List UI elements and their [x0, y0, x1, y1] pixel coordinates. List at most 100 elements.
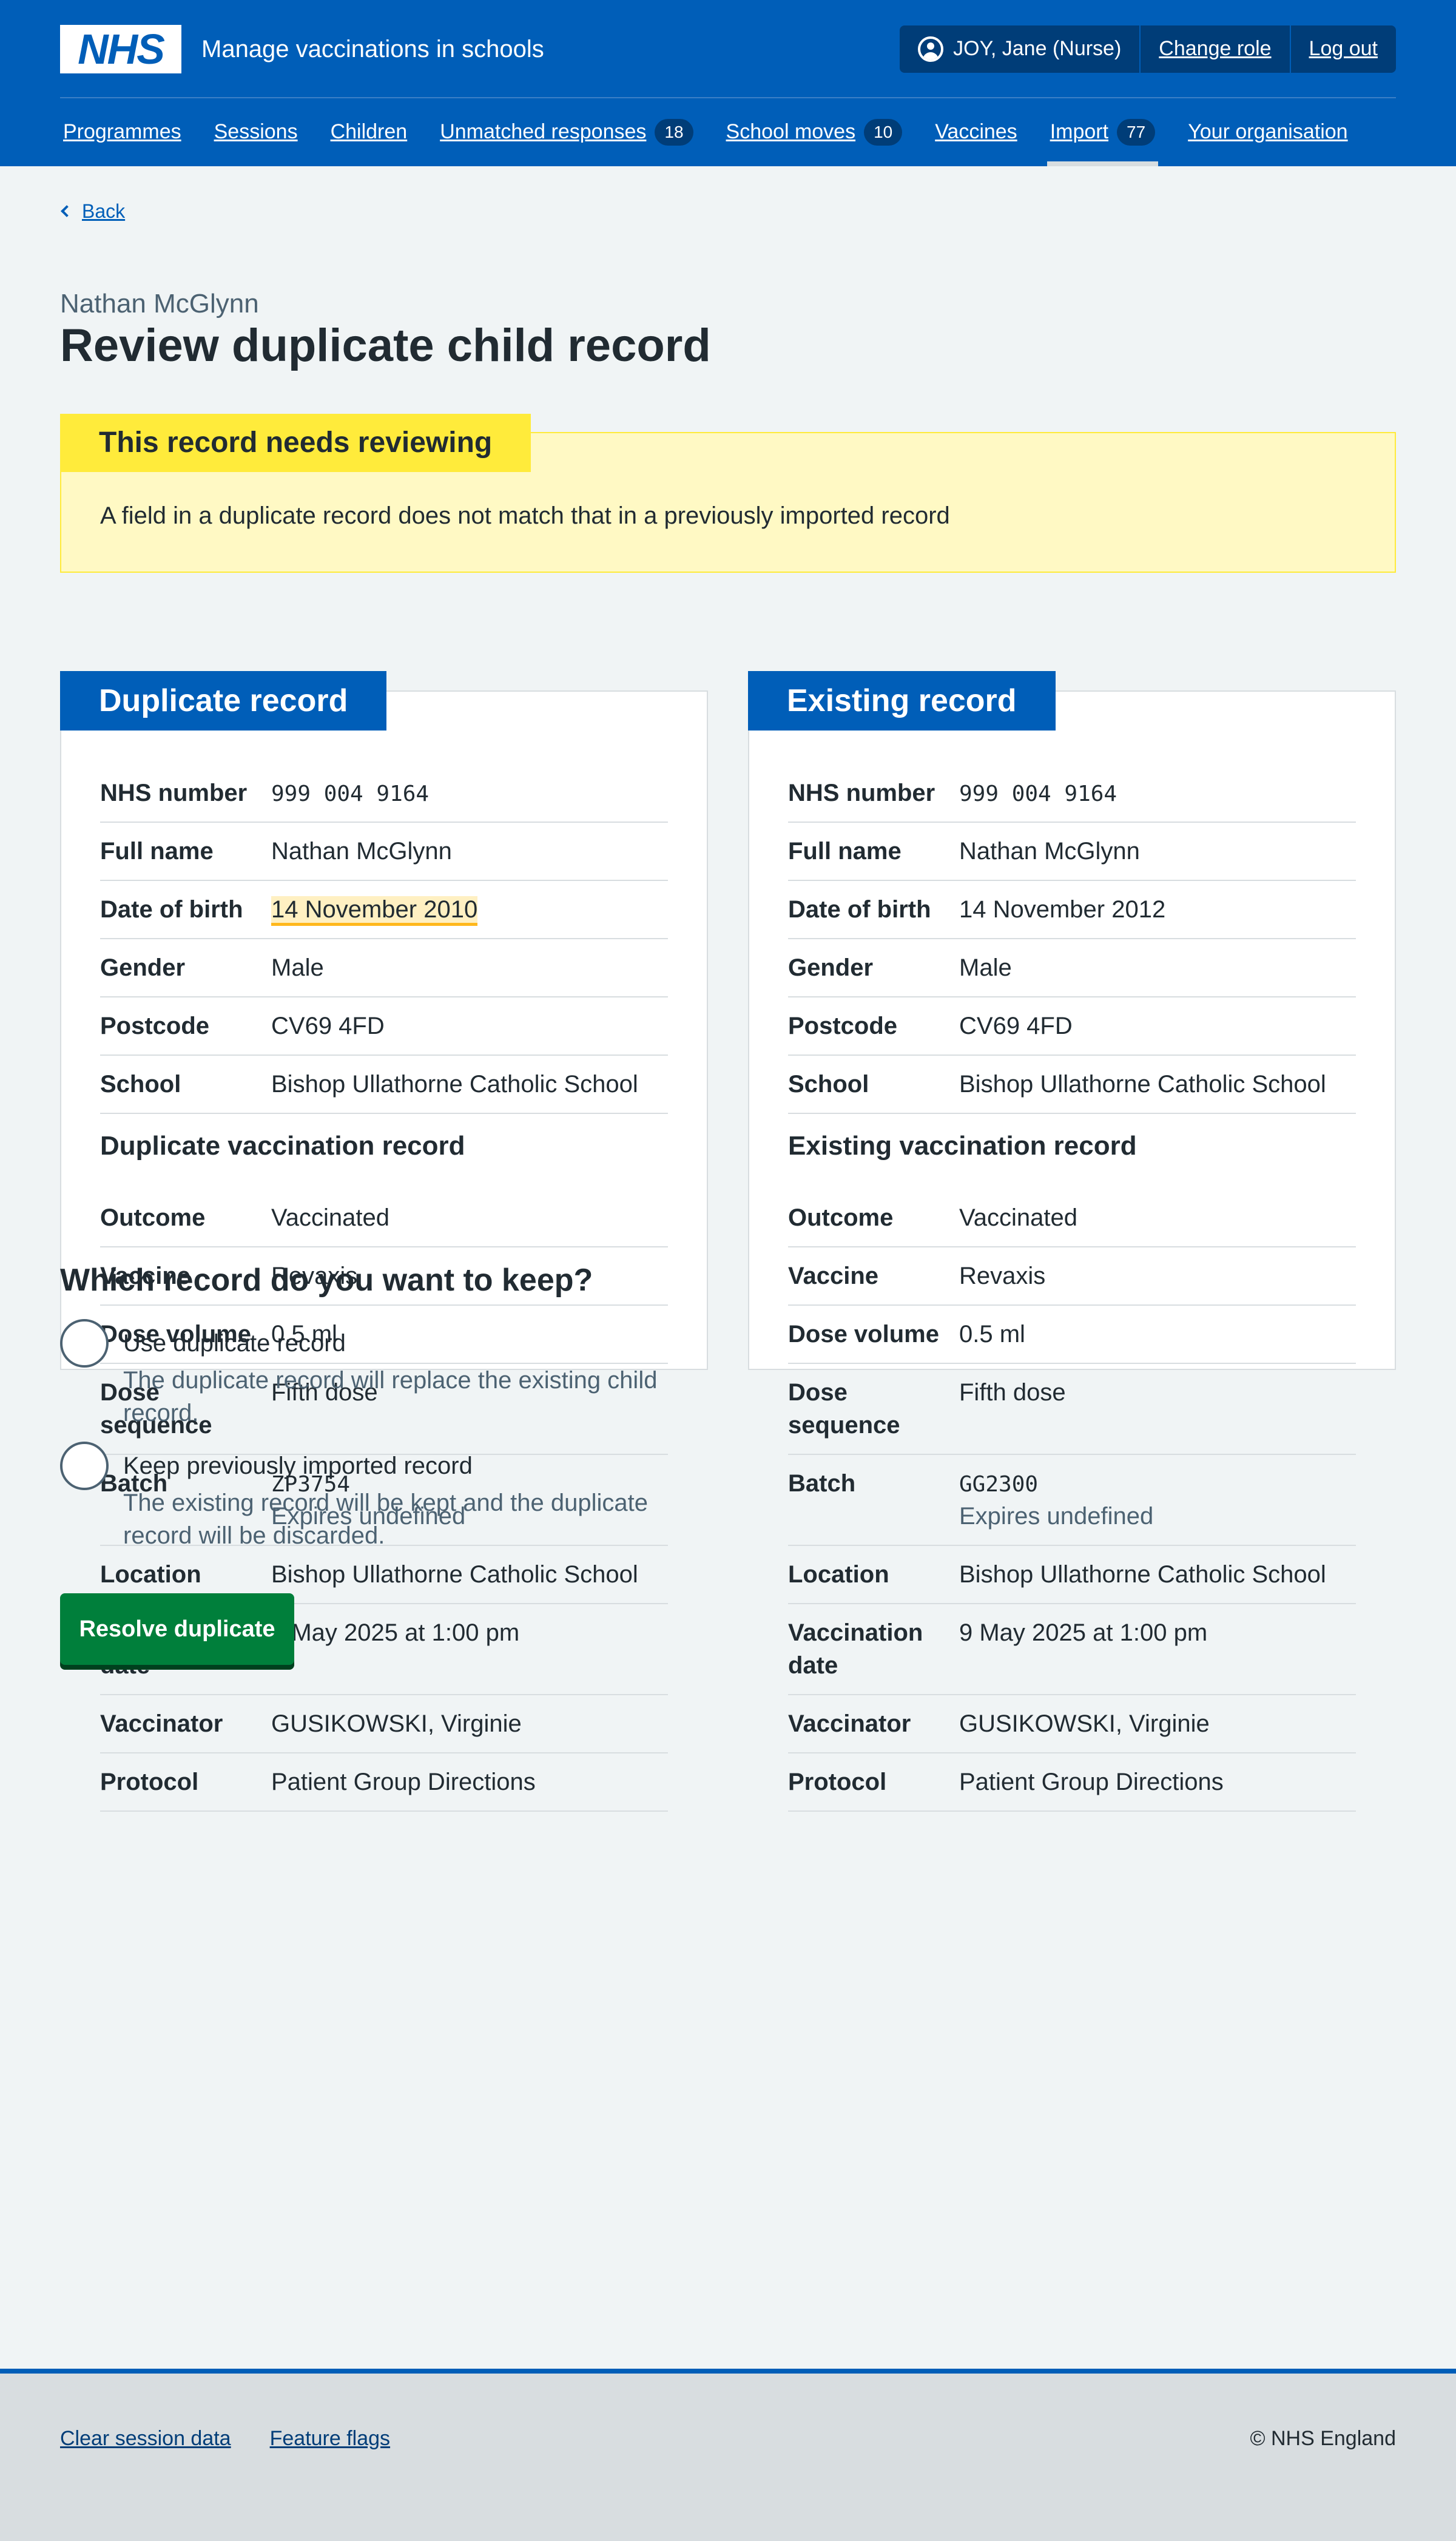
page-title: Review duplicate child record	[60, 320, 711, 371]
summary-key: Dose sequence	[788, 1379, 900, 1439]
nav-link[interactable]: Vaccines	[935, 118, 1017, 147]
current-user: JOY, Jane (Nurse)	[900, 25, 1139, 73]
clear-session-data-link[interactable]: Clear session data	[60, 2425, 231, 2454]
summary-key: Batch	[788, 1470, 856, 1497]
vaccination-heading: Existing vaccination record	[788, 1131, 1137, 1161]
summary-row: NHS number 999 004 9164	[788, 764, 1356, 823]
nav-item-your-organisation: Your organisation	[1185, 98, 1350, 166]
summary-key: Gender	[100, 954, 186, 981]
summary-row: Dose sequence Fifth dose	[788, 1364, 1356, 1455]
value-text: GUSIKOWSKI, Virginie	[271, 1710, 522, 1737]
summary-value: 9 May 2025 at 1:00 pm	[271, 1616, 668, 1682]
feature-flags-link[interactable]: Feature flags	[270, 2425, 390, 2454]
change-role-link[interactable]: Change role	[1139, 25, 1289, 73]
radio-use-duplicate[interactable]: Use duplicate record The duplicate recor…	[60, 1319, 699, 1429]
back-link[interactable]: Back	[60, 198, 125, 225]
count-badge: 10	[864, 119, 903, 146]
value-hint: Expires undefined	[959, 1503, 1154, 1530]
summary-value: 14 November 2012	[959, 893, 1356, 926]
value-text: 999 004 9164	[959, 781, 1117, 806]
chevron-left-icon	[61, 205, 73, 218]
value-text: Male	[959, 954, 1012, 981]
primary-navigation: Programmes Sessions Children Unmatched r…	[60, 98, 1378, 166]
value-text: CV69 4FD	[271, 1013, 385, 1039]
nav-item-sessions: Sessions	[211, 98, 301, 166]
warning-heading: This record needs reviewing	[60, 414, 531, 472]
summary-value: Vaccinated	[271, 1201, 668, 1234]
summary-value: Male	[959, 951, 1356, 984]
summary-row: Vaccine Revaxis	[788, 1247, 1356, 1306]
summary-row: Outcome Vaccinated	[788, 1189, 1356, 1247]
value-text: 9 May 2025 at 1:00 pm	[959, 1619, 1208, 1646]
nav-link[interactable]: Sessions	[214, 118, 298, 147]
value-text: GG2300	[959, 1472, 1039, 1497]
summary-key: NHS number	[100, 780, 248, 806]
radio-label[interactable]: Keep previously imported record	[123, 1442, 699, 1483]
nav-link[interactable]: Unmatched responses	[440, 118, 646, 147]
summary-key: Postcode	[100, 1013, 210, 1039]
summary-value: 0.5 ml	[959, 1318, 1356, 1351]
summary-row: Postcode CV69 4FD	[100, 997, 668, 1056]
summary-key: Postcode	[788, 1013, 898, 1039]
nav-link[interactable]: School moves	[726, 118, 856, 147]
summary-row: Batch GG2300 Expires undefined	[788, 1455, 1356, 1546]
summary-key: School	[100, 1071, 181, 1098]
nav-item-import: Import 77	[1046, 98, 1159, 166]
nav-link[interactable]: Children	[331, 118, 408, 147]
value-text: Bishop Ullathorne Catholic School	[271, 1071, 638, 1098]
service-name[interactable]: Manage vaccinations in schools	[201, 32, 544, 66]
summary-key: Date of birth	[788, 896, 931, 923]
summary-row: School Bishop Ullathorne Catholic School	[100, 1056, 668, 1114]
warning-text: A field in a duplicate record does not m…	[100, 502, 950, 529]
count-badge: 18	[655, 119, 693, 146]
summary-value: 999 004 9164	[959, 777, 1356, 809]
summary-row: NHS number 999 004 9164	[100, 764, 668, 823]
summary-key: Vaccine	[788, 1263, 879, 1289]
summary-row: Protocol Patient Group Directions	[788, 1753, 1356, 1812]
summary-key: Outcome	[100, 1204, 206, 1231]
changed-value-highlight: 14 November 2010	[271, 896, 478, 926]
log-out-link[interactable]: Log out	[1289, 25, 1396, 73]
nhs-logo[interactable]: NHS	[60, 25, 181, 73]
summary-row: Vaccination date 9 May 2025 at 1:00 pm	[788, 1604, 1356, 1695]
value-text: Male	[271, 954, 324, 981]
summary-value: Nathan McGlynn	[959, 835, 1356, 868]
value-text: Vaccinated	[271, 1204, 389, 1231]
radio-input[interactable]	[60, 1319, 109, 1368]
summary-value: Bishop Ullathorne Catholic School	[959, 1068, 1356, 1101]
radio-keep-existing[interactable]: Keep previously imported record The exis…	[60, 1442, 699, 1552]
site-header: NHS Manage vaccinations in schools JOY, …	[0, 0, 1456, 166]
value-text: Bishop Ullathorne Catholic School	[271, 1561, 638, 1588]
summary-row: Date of birth 14 November 2010	[100, 881, 668, 939]
radio-label[interactable]: Use duplicate record	[123, 1319, 699, 1360]
summary-value: 999 004 9164	[271, 777, 668, 809]
value-text: Patient Group Directions	[271, 1769, 536, 1795]
count-badge: 77	[1117, 119, 1156, 146]
nav-link[interactable]: Your organisation	[1188, 118, 1347, 147]
site-footer: Clear session data Feature flags © NHS E…	[0, 2369, 1456, 2541]
value-text: Nathan McGlynn	[271, 838, 452, 865]
summary-value: 14 November 2010	[271, 893, 668, 926]
summary-value: Vaccinated	[959, 1201, 1356, 1234]
account-bar: JOY, Jane (Nurse) Change role Log out	[900, 25, 1396, 73]
summary-value: Bishop Ullathorne Catholic School	[271, 1068, 668, 1101]
summary-row: Gender Male	[100, 939, 668, 997]
summary-key: Location	[100, 1561, 201, 1588]
value-text: Vaccinated	[959, 1204, 1077, 1231]
warning-callout: This record needs reviewing A field in a…	[60, 414, 1396, 573]
nav-link[interactable]: Programmes	[63, 118, 181, 147]
summary-row: Outcome Vaccinated	[100, 1189, 668, 1247]
summary-value: GUSIKOWSKI, Virginie	[271, 1707, 668, 1740]
summary-row: Location Bishop Ullathorne Catholic Schoo…	[788, 1546, 1356, 1604]
summary-key: Full name	[100, 838, 214, 865]
radio-hint: The duplicate record will replace the ex…	[123, 1367, 658, 1426]
nav-link[interactable]: Import	[1050, 118, 1108, 147]
summary-key: Full name	[788, 838, 902, 865]
value-text: CV69 4FD	[959, 1013, 1073, 1039]
radio-input[interactable]	[60, 1442, 109, 1490]
value-text: 0.5 ml	[959, 1321, 1025, 1348]
copyright: © NHS England	[1250, 2427, 1396, 2450]
resolve-duplicate-button[interactable]: Resolve duplicate	[60, 1593, 294, 1665]
value-text: Bishop Ullathorne Catholic School	[959, 1561, 1326, 1588]
vaccination-heading: Duplicate vaccination record	[100, 1131, 465, 1161]
